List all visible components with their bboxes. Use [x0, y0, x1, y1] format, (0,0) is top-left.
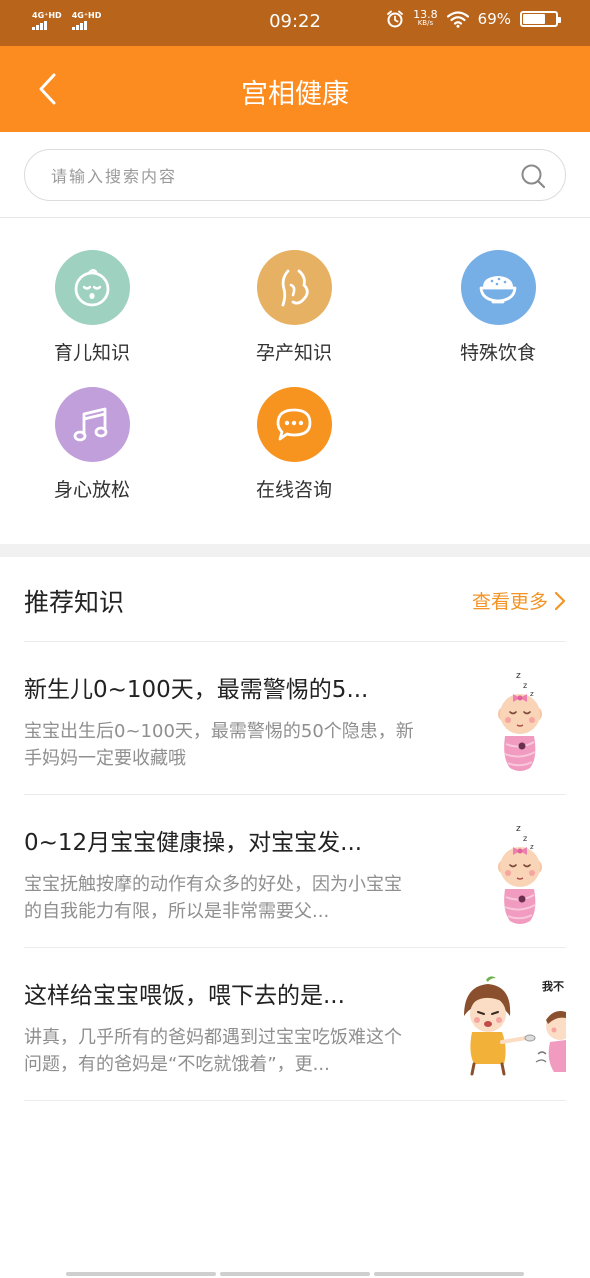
- category-parenting[interactable]: 育儿知识: [12, 250, 172, 380]
- category-label: 身心放松: [53, 479, 130, 501]
- category-label: 在线咨询: [255, 479, 332, 501]
- status-right: 13.8 KB/s 69%: [386, 8, 561, 28]
- cartoon-speech-text: 我不: [542, 979, 564, 993]
- article-item[interactable]: 这样给宝宝喂饭，喂下去的是... 讲真，几乎所有的爸妈都遇到过宝宝吃饭难这个问题…: [24, 948, 566, 1101]
- search-icon[interactable]: [519, 162, 547, 190]
- category-grid: 育儿知识 孕产知识 特殊饮食 身心放松 在线咨询: [0, 218, 590, 544]
- article-description: 宝宝抚触按摩的动作有众多的好处，因为小宝宝的自我能力有限，所以是非常需要父...: [24, 874, 402, 922]
- net-speed-value: 13.8: [413, 8, 438, 21]
- category-icon-circle: [256, 250, 332, 325]
- article-description: 讲真，几乎所有的爸妈都遇到过宝宝吃饭难这个问题，有的爸妈是“不吃就饿着”，更..…: [24, 1027, 402, 1075]
- category-icon-circle: [54, 250, 130, 325]
- net-speed-unit: KB/s: [417, 19, 434, 27]
- svg-text:z: z: [530, 690, 534, 698]
- category-label: 特殊饮食: [459, 342, 536, 364]
- article-title: 0~12月宝宝健康操，对宝宝发...: [24, 830, 363, 856]
- category-icon-circle: [256, 387, 332, 462]
- category-icon-circle: [54, 387, 130, 462]
- feeding-cartoon-illustration: 我不: [464, 976, 566, 1076]
- category-pregnancy[interactable]: 孕产知识: [214, 250, 374, 380]
- gesture-navigation-bar[interactable]: [66, 1272, 524, 1276]
- article-description: 宝宝出生后0~100天，最需警惕的50个隐患，新手妈妈一定要收藏哦: [24, 721, 414, 769]
- page-title: 宫相健康: [241, 79, 349, 110]
- pregnancy-icon: [281, 269, 309, 306]
- battery-percent: 69%: [477, 10, 511, 28]
- sleeping-baby-illustration: z z z: [498, 824, 542, 924]
- category-label: 育儿知识: [53, 342, 130, 364]
- article-title: 新生儿0~100天，最需警惕的5...: [24, 677, 369, 703]
- svg-text:z: z: [516, 824, 521, 834]
- music-note-icon: [73, 407, 108, 441]
- battery-fill: [523, 14, 546, 24]
- article-item[interactable]: 新生儿0~100天，最需警惕的5... 宝宝出生后0~100天，最需警惕的50个…: [24, 642, 566, 795]
- category-label: 孕产知识: [255, 342, 332, 364]
- net-speed: 13.8 KB/s: [413, 8, 438, 28]
- baby-face-icon: [74, 268, 110, 306]
- category-relax[interactable]: 身心放松: [12, 387, 172, 517]
- chat-bubble-icon: [276, 408, 312, 440]
- chevron-right-icon: [554, 591, 566, 610]
- title-bar: 宫相健康: [0, 46, 590, 132]
- search-input[interactable]: [51, 162, 491, 190]
- recommend-header: 推荐知识 查看更多: [24, 557, 566, 642]
- view-more-link[interactable]: 查看更多: [472, 587, 566, 614]
- wifi-icon: [446, 10, 469, 28]
- view-more-label: 查看更多: [471, 591, 548, 613]
- article-title: 这样给宝宝喂饭，喂下去的是...: [24, 983, 345, 1009]
- search-section: [0, 132, 590, 218]
- battery-icon: [520, 11, 561, 27]
- category-icon-circle: [460, 250, 536, 325]
- article-item[interactable]: 0~12月宝宝健康操，对宝宝发... 宝宝抚触按摩的动作有众多的好处，因为小宝宝…: [24, 795, 566, 948]
- alarm-icon: [387, 10, 404, 28]
- category-special-diet[interactable]: 特殊饮食: [418, 250, 578, 380]
- rice-bowl-icon: [479, 275, 517, 303]
- search-box[interactable]: [24, 149, 566, 201]
- svg-text:z: z: [516, 671, 521, 681]
- category-online-consult[interactable]: 在线咨询: [214, 387, 374, 517]
- svg-text:z: z: [530, 843, 534, 851]
- section-divider: [0, 544, 590, 557]
- svg-text:z: z: [523, 681, 527, 690]
- sleeping-baby-illustration: z z z: [498, 671, 542, 771]
- svg-text:z: z: [523, 834, 527, 843]
- section-title: 推荐知识: [24, 588, 125, 617]
- status-bar: 4G⁺HD 4G⁺HD 09:22 13.8 KB/s 69%: [0, 0, 590, 46]
